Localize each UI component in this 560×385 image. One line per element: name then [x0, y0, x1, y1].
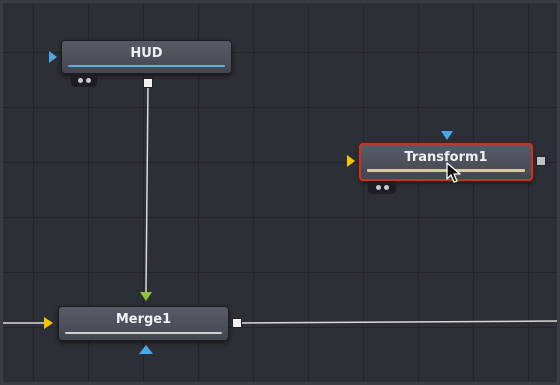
merge-output-wire[interactable]	[240, 320, 560, 324]
node-editor-canvas[interactable]: HUD Transform1 Merge1	[0, 0, 560, 385]
hud-node-bar	[68, 65, 225, 67]
hud-node-label: HUD	[130, 46, 163, 61]
merge-mask-input-triangle-icon[interactable]	[139, 345, 153, 354]
merge-node-label: Merge1	[115, 312, 172, 327]
hud-node[interactable]: HUD	[61, 40, 232, 74]
merge-foreground-input-triangle-icon[interactable]	[140, 292, 152, 301]
mouse-pointer-icon	[446, 162, 461, 183]
merge-output-square-icon[interactable]	[232, 318, 242, 328]
transform-mask-input-triangle-icon[interactable]	[441, 131, 453, 140]
hud-view-dots-icon[interactable]	[71, 74, 97, 87]
merge-node-bar	[65, 332, 222, 334]
hud-output-square-icon[interactable]	[143, 78, 153, 88]
transform-view-dots-icon[interactable]	[368, 181, 396, 194]
transform-input-triangle-icon[interactable]	[347, 155, 355, 167]
transform-output-square-icon[interactable]	[536, 156, 546, 166]
hud-to-merge-wire[interactable]	[145, 85, 149, 293]
hud-input-triangle-icon[interactable]	[49, 51, 57, 63]
merge-node[interactable]: Merge1	[58, 306, 229, 341]
merge-background-input-triangle-icon[interactable]	[44, 317, 53, 329]
